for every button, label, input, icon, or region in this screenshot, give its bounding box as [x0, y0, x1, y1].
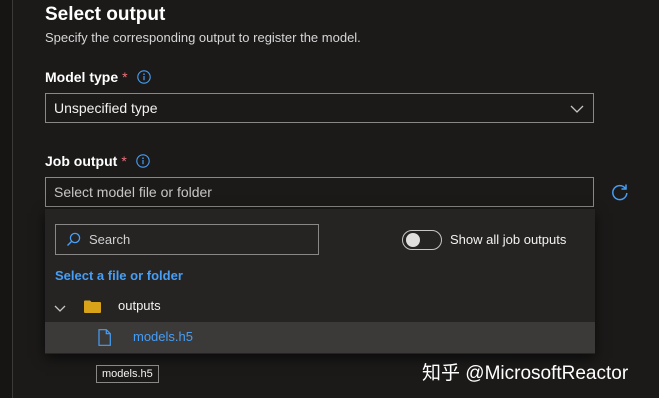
job-output-dropdown-panel: Search Show all job outputs Select a fil…: [45, 209, 595, 354]
file-icon: [98, 329, 111, 346]
info-icon[interactable]: [136, 154, 150, 168]
section-description: Specify the corresponding output to regi…: [45, 30, 361, 45]
model-type-value: Unspecified type: [54, 100, 158, 116]
chevron-down-icon[interactable]: [54, 301, 66, 312]
tree-file-models-h5[interactable]: models.h5: [45, 322, 595, 353]
search-icon: [66, 232, 81, 247]
job-output-label-text: Job output: [45, 153, 118, 169]
search-placeholder: Search: [89, 232, 131, 247]
refresh-icon[interactable]: [610, 182, 630, 202]
section-title-select-output: Select output: [45, 4, 166, 25]
info-icon[interactable]: [136, 70, 151, 84]
job-output-placeholder: Select model file or folder: [54, 184, 212, 200]
show-all-outputs-label: Show all job outputs: [450, 232, 567, 247]
folder-icon: [84, 300, 101, 313]
model-type-dropdown[interactable]: Unspecified type: [45, 93, 594, 123]
model-type-label-text: Model type: [45, 69, 119, 85]
tree-folder-outputs[interactable]: outputs: [45, 291, 595, 322]
required-marker: *: [122, 69, 128, 85]
select-file-folder-heading: Select a file or folder: [55, 268, 183, 283]
file-label: models.h5: [133, 329, 193, 344]
folder-label: outputs: [118, 298, 161, 313]
required-marker: *: [121, 153, 127, 169]
show-all-outputs-toggle[interactable]: [402, 230, 442, 250]
chevron-down-icon: [570, 102, 584, 114]
job-output-label: Job output *: [45, 153, 150, 169]
panel-left-border: [0, 0, 13, 398]
toggle-knob: [406, 233, 420, 247]
file-tooltip: models.h5: [96, 365, 159, 383]
job-output-input[interactable]: Select model file or folder: [45, 177, 594, 207]
search-input[interactable]: Search: [55, 224, 319, 255]
model-type-label: Model type *: [45, 69, 151, 85]
watermark: 知乎 @MicrosoftReactor: [422, 363, 629, 384]
